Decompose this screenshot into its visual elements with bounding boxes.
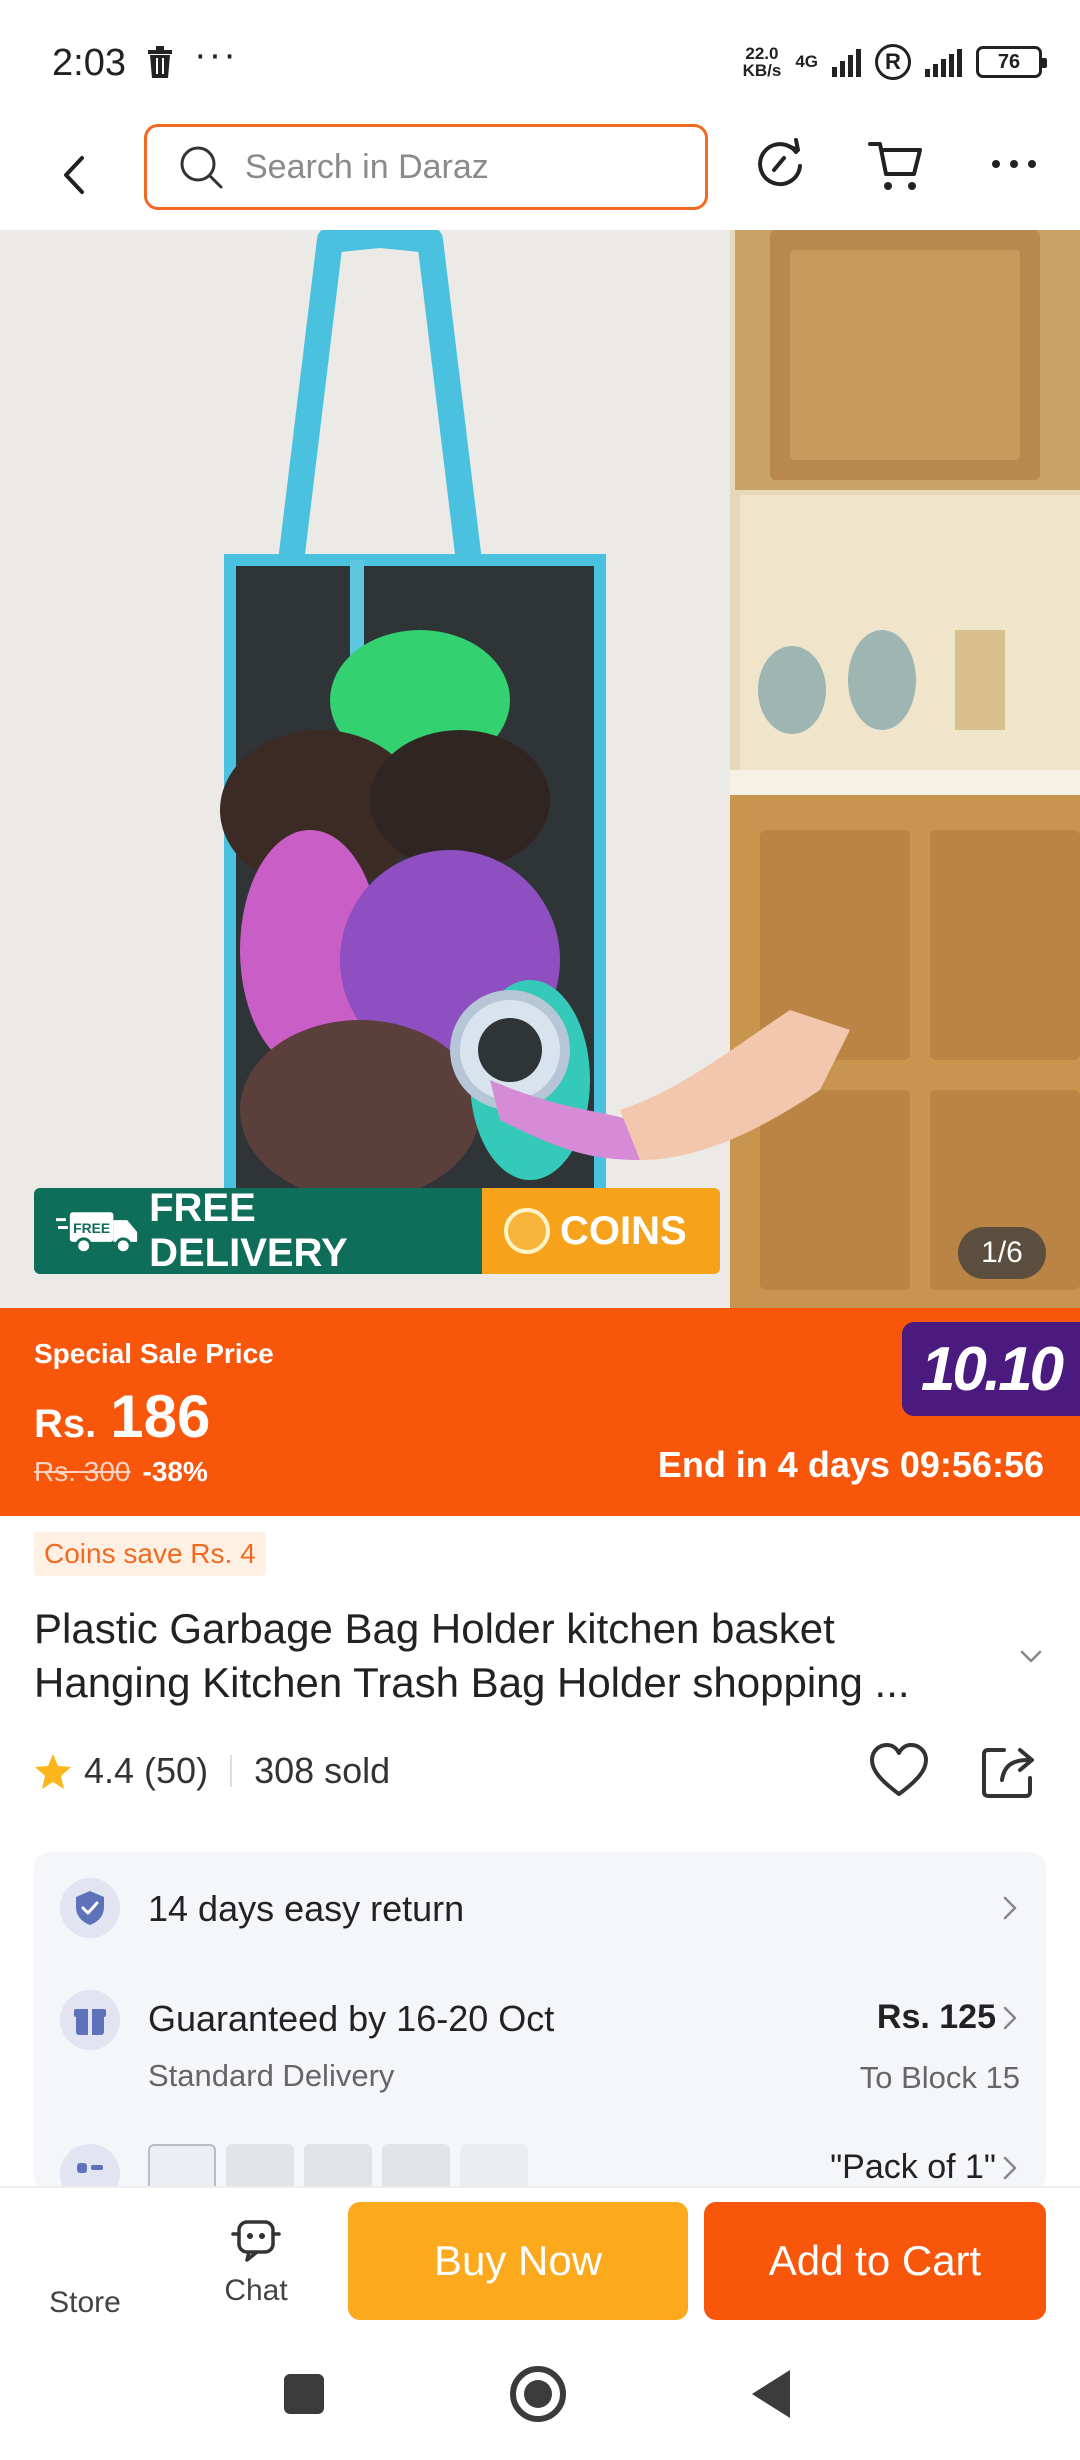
delivery-estimate: Guaranteed by 16-20 Oct	[148, 1998, 555, 2039]
top-navigation	[0, 120, 1080, 230]
trash-notification-icon	[148, 46, 172, 78]
signal-strength-icon	[832, 47, 861, 77]
status-indicators: 22.0 KB/s 4G R 76	[743, 40, 1047, 84]
battery-icon: 76	[976, 46, 1047, 78]
cart-icon[interactable]	[866, 134, 926, 194]
network-speed-value: 22.0	[745, 44, 779, 63]
old-price-row: Rs. 300 -38%	[34, 1456, 208, 1488]
recent-apps-icon[interactable]	[284, 2374, 324, 2414]
add-to-cart-button[interactable]: Add to Cart	[704, 2202, 1046, 2320]
status-bar: 2:03 ··· 22.0 KB/s 4G R 76	[0, 0, 1080, 120]
system-navigation-bar	[0, 2344, 1080, 2460]
variant-swatch[interactable]	[460, 2144, 528, 2192]
rating-value: 4.4	[84, 1750, 135, 1791]
refresh-icon[interactable]	[750, 134, 810, 194]
variant-swatches[interactable]	[148, 2144, 528, 2192]
promo-badges: FREE FREE DELIVERY COINS	[34, 1188, 720, 1274]
chevron-right-icon	[1003, 2006, 1017, 2030]
coins-save-tag: Coins save Rs. 4	[34, 1532, 266, 1576]
more-notifications-icon: ···	[194, 34, 238, 76]
delivery-fee: Rs. 125	[876, 1998, 996, 2036]
free-badge-text: FREE	[73, 1220, 110, 1236]
share-icon[interactable]	[976, 1738, 1042, 1804]
price: Rs. 186	[34, 1382, 210, 1451]
sale-countdown: End in 4 days 09:56:56	[657, 1444, 1044, 1485]
sale-event-badge: 10.10	[902, 1322, 1080, 1416]
variant-swatch[interactable]	[304, 2144, 372, 2192]
chat-label: Chat	[224, 2274, 288, 2307]
delivery-location: To Block 15	[859, 2060, 1020, 2095]
delivery-row[interactable]: Guaranteed by 16-20 Oct Standard Deliver…	[34, 1962, 1046, 2132]
buy-now-button[interactable]: Buy Now	[348, 2202, 688, 2320]
network-speed-unit: KB/s	[742, 61, 782, 80]
chevron-right-icon	[1003, 1896, 1017, 1920]
variant-swatch[interactable]	[226, 2144, 294, 2192]
product-image-gallery[interactable]: FREE FREE DELIVERY COINS 1/6	[0, 230, 1080, 1308]
network-type: 4G	[795, 52, 818, 71]
battery-level: 76	[997, 50, 1021, 73]
system-back-icon[interactable]	[752, 2370, 790, 2418]
delivery-truck-icon: FREE	[56, 1212, 138, 1255]
back-icon[interactable]	[54, 150, 94, 200]
coins-badge: COINS	[482, 1188, 720, 1274]
chat-button[interactable]: Chat	[206, 2218, 306, 2308]
sale-label: Special Sale Price	[34, 1338, 274, 1369]
price-banner: Special Sale Price Rs. 186 Rs. 300 -38% …	[0, 1308, 1080, 1516]
price-currency: Rs.	[34, 1402, 97, 1446]
original-price: Rs. 300	[34, 1456, 131, 1487]
review-count: (50)	[144, 1750, 209, 1791]
free-delivery-label: FREE DELIVERY	[149, 1188, 348, 1274]
variant-swatch[interactable]	[148, 2144, 216, 2192]
home-icon[interactable]	[510, 2366, 566, 2422]
roaming-icon: R	[875, 44, 911, 80]
network-speed: 22.0 KB/s	[743, 45, 782, 79]
shield-check-icon	[60, 1878, 120, 1938]
price-value: 186	[110, 1383, 211, 1450]
search-bar[interactable]	[144, 124, 708, 210]
delivery-type: Standard Delivery	[148, 2058, 395, 2093]
more-icon[interactable]	[984, 134, 1044, 194]
sold-count: 308 sold	[254, 1750, 391, 1791]
gift-box-icon	[60, 1990, 120, 2050]
rating-row[interactable]: 4.4 (50) 308 sold	[34, 1746, 390, 1796]
return-policy-row[interactable]: 14 days easy return	[34, 1852, 1046, 1962]
variant-icon	[60, 2144, 120, 2192]
store-label: Store	[49, 2286, 121, 2319]
heart-icon[interactable]	[866, 1738, 932, 1804]
chat-icon	[231, 2220, 281, 2262]
star-icon	[35, 1754, 71, 1789]
chevron-down-icon[interactable]	[1014, 1640, 1048, 1674]
bottom-action-bar: Store Chat Buy Now Add to Cart	[0, 2186, 1080, 2344]
product-photo	[0, 230, 1080, 1308]
service-info-card: 14 days easy return Guaranteed by 16-20 …	[34, 1852, 1046, 2192]
variant-swatch[interactable]	[382, 2144, 450, 2192]
coin-icon	[504, 1208, 550, 1254]
chevron-right-icon	[1003, 2156, 1017, 2180]
discount-percent: -38%	[142, 1456, 208, 1487]
coins-label: COINS	[560, 1208, 687, 1253]
search-input[interactable]	[245, 147, 665, 187]
store-button[interactable]: Store	[30, 2286, 140, 2320]
image-counter: 1/6	[958, 1227, 1046, 1279]
search-icon	[180, 146, 223, 189]
status-time: 2:03	[52, 42, 126, 84]
product-title: Plastic Garbage Bag Holder kitchen baske…	[34, 1605, 910, 1706]
divider	[230, 1755, 233, 1787]
variant-label: "Pack of 1"	[830, 2148, 996, 2186]
return-policy-text: 14 days easy return	[148, 1888, 465, 1929]
free-delivery-badge: FREE FREE DELIVERY	[34, 1188, 482, 1274]
signal-strength-icon-2	[925, 47, 962, 77]
